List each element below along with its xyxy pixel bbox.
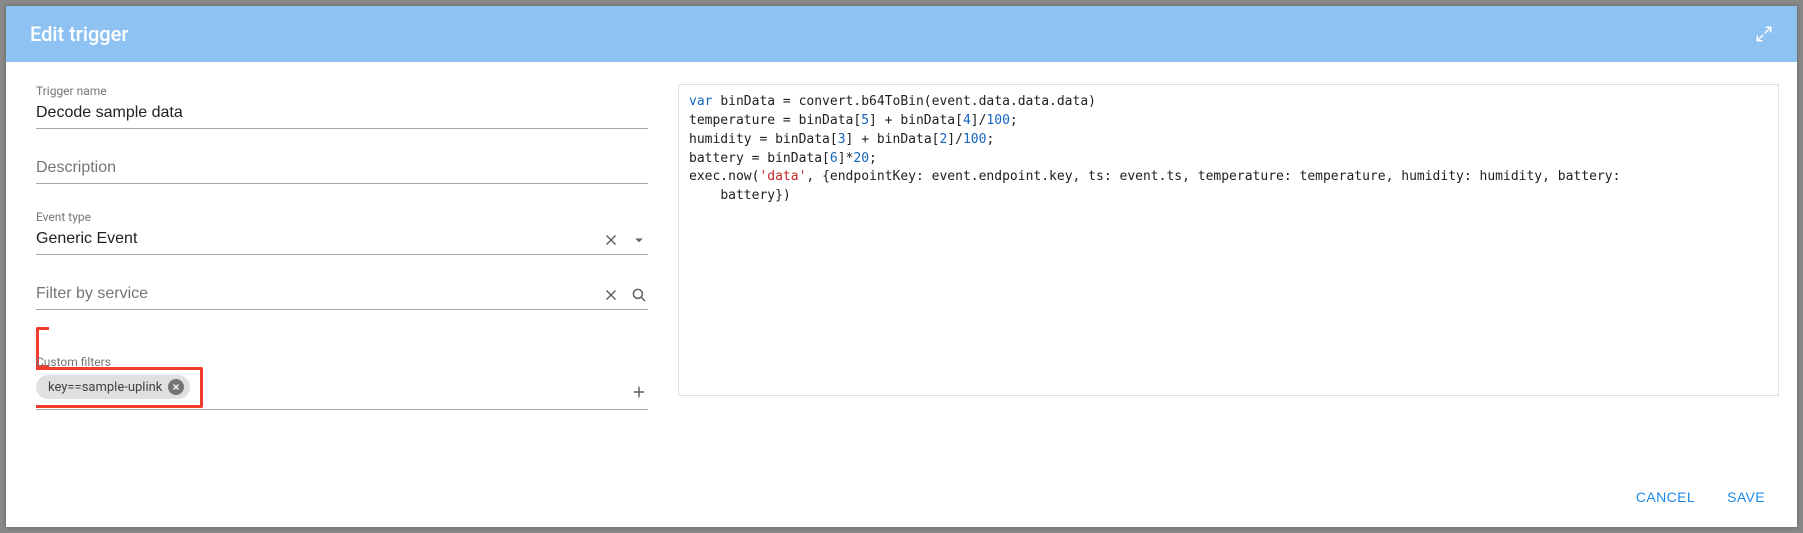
chevron-down-icon[interactable] [630,231,648,249]
custom-filters-row: Custom filters key==sample-uplink [36,336,648,410]
expand-icon[interactable] [1755,25,1773,43]
custom-filters-label: Custom filters [36,355,648,369]
description-input[interactable] [36,155,648,184]
filter-chip-text: key==sample-uplink [48,380,162,395]
trigger-name-label: Trigger name [36,84,648,98]
trigger-name-field: Trigger name [36,84,648,129]
modal-body: Trigger name Event type [6,62,1797,473]
code-editor[interactable]: var binData = convert.b64ToBin(event.dat… [678,84,1779,396]
event-type-select[interactable] [36,226,648,255]
chip-remove-icon[interactable] [168,379,184,395]
trigger-name-input[interactable] [36,100,648,129]
clear-icon[interactable] [602,286,620,304]
cancel-button[interactable]: CANCEL [1632,483,1699,511]
modal-title: Edit trigger [30,22,128,46]
filter-by-service-input[interactable] [36,281,648,310]
event-type-field: Event type [36,210,648,255]
description-field [36,155,648,184]
code-column: var binData = convert.b64ToBin(event.dat… [678,84,1779,465]
filter-chip[interactable]: key==sample-uplink [36,375,190,399]
filter-by-service-field [36,281,648,310]
add-filter-icon[interactable] [630,383,648,401]
search-icon[interactable] [630,286,648,304]
save-button[interactable]: SAVE [1723,483,1769,511]
clear-icon[interactable] [602,231,620,249]
filter-by-service-actions [602,286,648,304]
edit-trigger-modal: Edit trigger Trigger name Event type [6,6,1797,527]
form-column: Trigger name Event type [36,84,648,465]
event-type-actions [602,231,648,249]
modal-header: Edit trigger [6,6,1797,62]
event-type-label: Event type [36,210,648,224]
custom-filters-highlight: Custom filters key==sample-uplink [36,327,648,408]
custom-filters-section: Custom filters key==sample-uplink [36,336,648,410]
modal-footer: CANCEL SAVE [6,473,1797,527]
